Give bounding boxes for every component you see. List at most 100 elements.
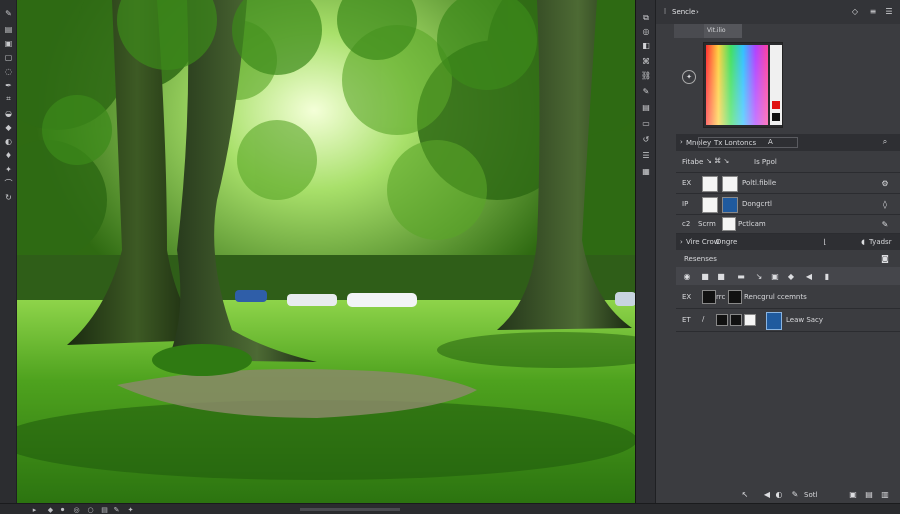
- layer-thumb[interactable]: [702, 290, 716, 304]
- table-row[interactable]: EX rrc Rencgrul ccemnts: [676, 286, 900, 309]
- previous-color-swatch: [772, 113, 780, 121]
- tool-icon[interactable]: ◆: [46, 505, 55, 514]
- rotate-icon[interactable]: ↺: [640, 134, 652, 145]
- delete-icon[interactable]: ▥: [880, 489, 890, 499]
- dodge-icon[interactable]: ◐: [3, 136, 14, 146]
- play-icon[interactable]: ◀: [762, 489, 772, 499]
- tool-icon[interactable]: ⚫: [58, 505, 67, 514]
- image-canvas[interactable]: [17, 0, 636, 503]
- layers-icon[interactable]: ▤: [3, 24, 14, 34]
- square-icon[interactable]: ▣: [3, 38, 14, 48]
- tool-icons[interactable]: ↘ ⌘ ↘: [706, 157, 729, 165]
- properties-field[interactable]: [698, 137, 798, 148]
- panel-menu-icon[interactable]: ☰: [884, 6, 894, 16]
- tool-icon[interactable]: ✎: [112, 505, 121, 514]
- text-icon[interactable]: ▦: [640, 166, 652, 177]
- bucket-icon[interactable]: ◒: [3, 108, 14, 118]
- settings-icon[interactable]: ⚙: [880, 178, 890, 188]
- eyedropper-icon[interactable]: ✦: [682, 70, 696, 84]
- layers-title: Vire Crow: [686, 238, 720, 246]
- panel-tab[interactable]: Sencle: [672, 8, 695, 16]
- footer-label: Sotl: [804, 491, 818, 499]
- mask-icon[interactable]: ▬: [734, 271, 748, 281]
- swatch-white[interactable]: [702, 176, 718, 192]
- chain-icon[interactable]: ■: [716, 271, 726, 281]
- brush-icon[interactable]: ↖: [740, 489, 750, 499]
- layer-thumb[interactable]: [716, 314, 728, 326]
- row-id: EX: [682, 293, 692, 301]
- adjust-icon[interactable]: ✎: [790, 489, 800, 499]
- layers-subheader-label: Resenses: [684, 255, 717, 263]
- history-icon[interactable]: ⧉: [640, 12, 652, 23]
- paths-icon[interactable]: ⌘: [640, 56, 652, 67]
- row-label: Poltl.fiblle: [742, 179, 777, 187]
- crop-icon[interactable]: ⌗: [3, 94, 14, 104]
- search-icon[interactable]: ⌕: [880, 137, 890, 147]
- row-label: Scrm: [698, 220, 716, 228]
- color-icon[interactable]: ◧: [640, 40, 652, 51]
- drop-icon[interactable]: ◊: [880, 199, 890, 209]
- layer-thumb-3[interactable]: [744, 314, 756, 326]
- swatch-white-2[interactable]: [722, 176, 738, 192]
- list-item[interactable]: IP Dongcrtl ◊: [676, 194, 900, 215]
- brush-icon[interactable]: ↘: [754, 271, 764, 281]
- panel-tab-bar: ⁝ Sencle › ◇ ≡ ☰: [656, 0, 900, 24]
- swatch-white[interactable]: [702, 197, 718, 213]
- color-picker[interactable]: [703, 42, 783, 128]
- pen-icon[interactable]: /: [702, 315, 704, 323]
- swatch-black-white[interactable]: [722, 217, 736, 231]
- forest-photo: [17, 0, 635, 503]
- diamond-icon[interactable]: ◇: [850, 6, 860, 16]
- table-row[interactable]: ET / Leaw Sacy: [676, 309, 900, 332]
- stack-icon[interactable]: ☰: [640, 150, 652, 161]
- color-tab-b[interactable]: Vit.ilio: [704, 24, 742, 38]
- swatch-blue[interactable]: [722, 197, 738, 213]
- list-icon[interactable]: ≡: [868, 6, 878, 16]
- chain-icon[interactable]: ⛓: [640, 70, 652, 81]
- lasso-icon[interactable]: ◌: [3, 66, 14, 76]
- pen-icon[interactable]: ✎: [880, 219, 890, 229]
- layer-thumb-2[interactable]: [730, 314, 742, 326]
- link-icon[interactable]: ⌊: [820, 237, 830, 247]
- adjust-icon[interactable]: ◎: [640, 26, 652, 37]
- list-item[interactable]: EX Poltl.fiblle ⚙: [676, 173, 900, 194]
- folder-icon[interactable]: ▤: [864, 489, 874, 499]
- tool-icon[interactable]: ✦: [126, 505, 135, 514]
- tool-icon[interactable]: ▸: [30, 505, 39, 514]
- box-icon[interactable]: ▣: [770, 271, 780, 281]
- tool-icon[interactable]: ▤: [100, 505, 109, 514]
- doc-icon[interactable]: ▭: [640, 118, 652, 129]
- brush-icon[interactable]: ✎: [3, 8, 14, 18]
- layer-mask[interactable]: [728, 290, 742, 304]
- layer-thumb-active[interactable]: [766, 312, 782, 330]
- pin-icon[interactable]: ▮: [822, 271, 832, 281]
- pen-icon[interactable]: ✒: [3, 80, 14, 90]
- drop-icon[interactable]: ♦: [3, 150, 14, 160]
- color-tab-a[interactable]: [674, 24, 704, 38]
- eraser-icon[interactable]: ◆: [3, 122, 14, 132]
- hand-icon[interactable]: ↻: [3, 192, 14, 202]
- toggle-icon[interactable]: ◖: [858, 237, 868, 247]
- list-item[interactable]: c2 Scrm Pctlcam ✎: [676, 215, 900, 234]
- layers-icon[interactable]: ▤: [640, 102, 652, 113]
- new-layer-icon[interactable]: ▣: [848, 489, 858, 499]
- color-strip[interactable]: [770, 45, 782, 125]
- scrollbar[interactable]: [300, 508, 400, 511]
- color-spectrum[interactable]: [706, 45, 768, 125]
- brush-preset-icon[interactable]: ✎: [640, 86, 652, 97]
- eye-icon[interactable]: ◉: [682, 271, 692, 281]
- layers-subheader: Resenses ◙: [676, 250, 900, 268]
- square-icon[interactable]: ■: [700, 271, 710, 281]
- smudge-icon[interactable]: ⌒: [3, 178, 14, 188]
- tool-icon[interactable]: ○: [86, 505, 95, 514]
- rect-select-icon[interactable]: ▢: [3, 52, 14, 62]
- fx-icon[interactable]: ◐: [774, 489, 784, 499]
- right-panel: ⁝ Sencle › ◇ ≡ ☰ Vit.ilio ✦ › Mnoley Tx …: [656, 0, 900, 503]
- tool-icon[interactable]: ◎: [72, 505, 81, 514]
- menu-icon[interactable]: ⁝: [660, 6, 670, 16]
- tool-icon[interactable]: ◆: [786, 271, 796, 281]
- clone-icon[interactable]: ✦: [3, 164, 14, 174]
- layers-right-label: Tyadsr: [869, 238, 892, 246]
- flip-icon[interactable]: ◀: [804, 271, 814, 281]
- filter-icon[interactable]: ◙: [880, 253, 890, 263]
